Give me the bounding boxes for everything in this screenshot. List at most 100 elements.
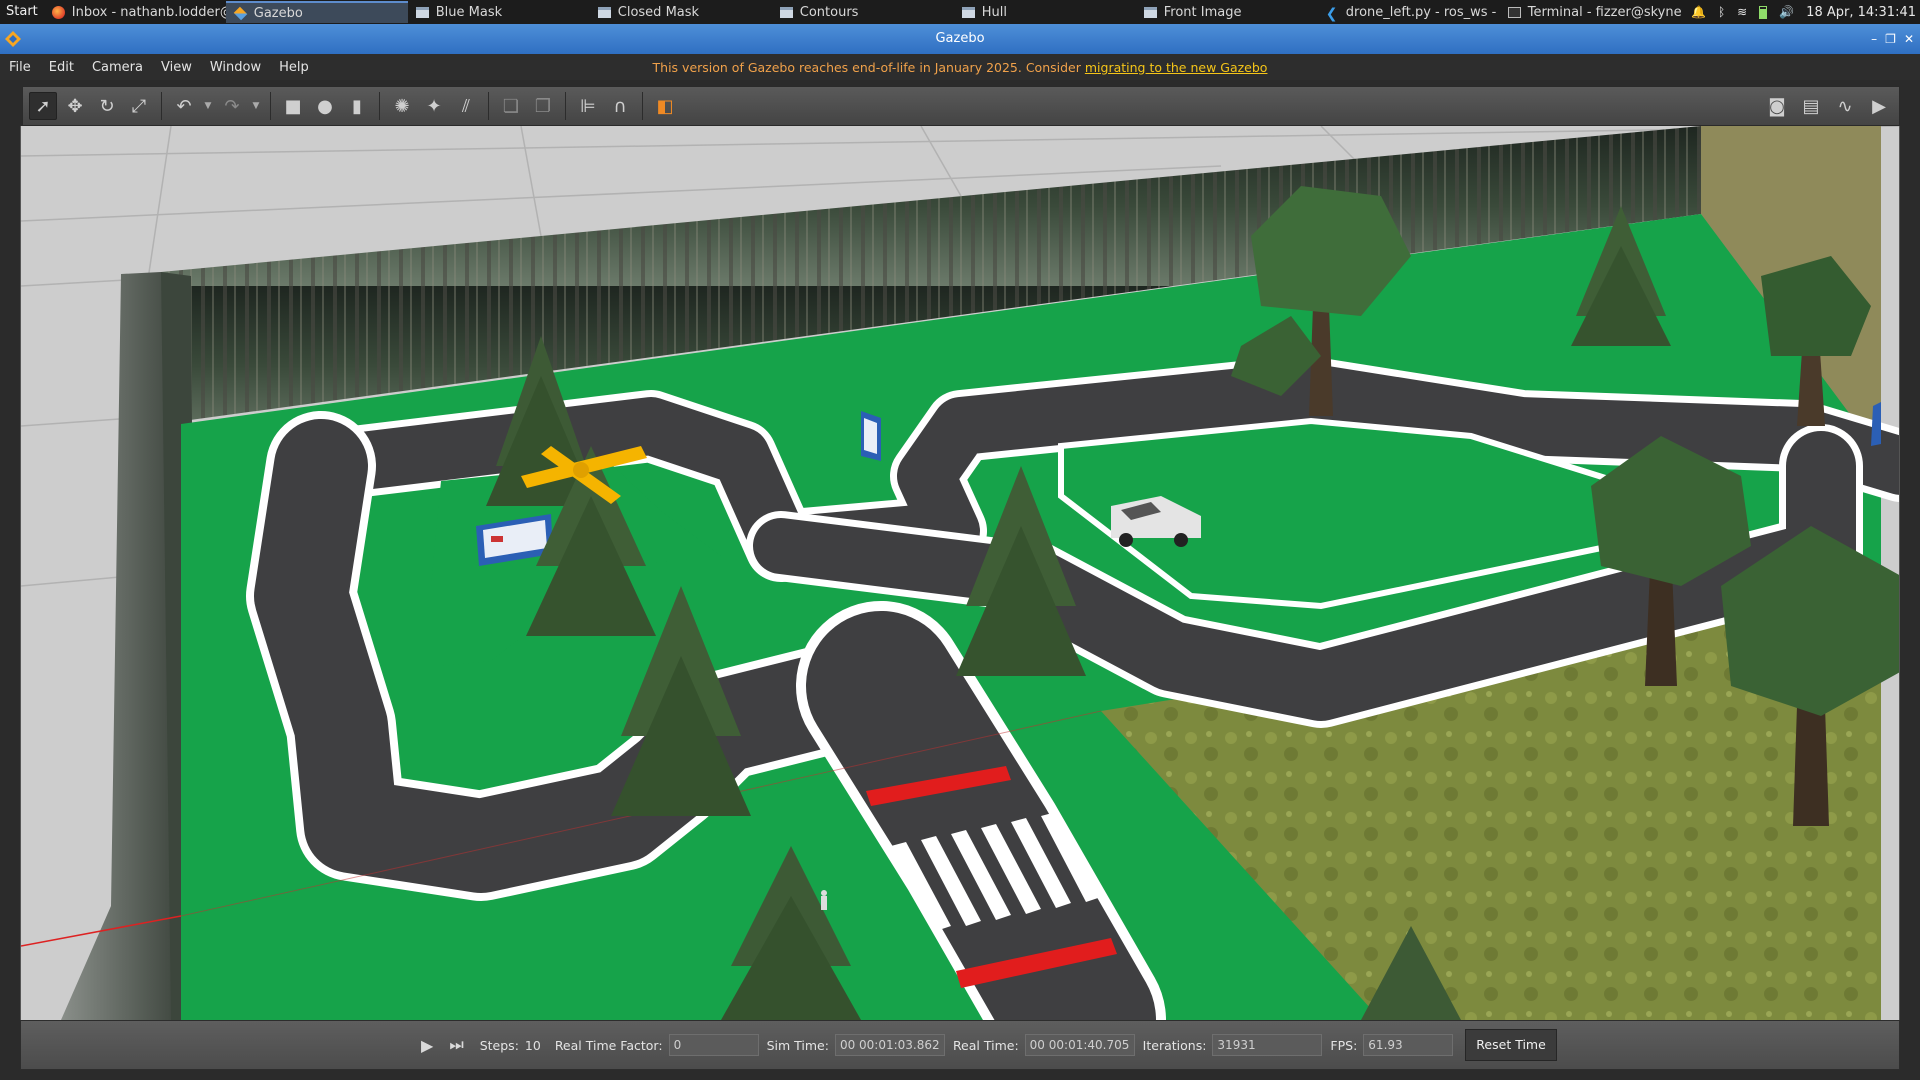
notification-bell-icon[interactable]: 🔔 <box>1691 5 1706 19</box>
task-closed-mask[interactable]: Closed Mask <box>590 1 772 23</box>
log-icon[interactable]: ▤ <box>1797 92 1825 120</box>
task-inbox[interactable]: Inbox - nathanb.lodder@... <box>44 1 226 23</box>
cylinder-icon[interactable]: ▮ <box>343 92 371 120</box>
steps-spinbox[interactable]: 10 <box>525 1038 541 1053</box>
task-label: Blue Mask <box>435 4 503 20</box>
os-taskbar: Start Inbox - nathanb.lodder@... Gazebo … <box>0 0 1920 24</box>
real-time-field: 00 00:01:40.705 <box>1024 1034 1135 1056</box>
align-icon[interactable]: ⊫ <box>574 92 602 120</box>
sim-time-label: Sim Time: <box>766 1037 829 1053</box>
menu-window[interactable]: Window <box>201 60 270 75</box>
menu-camera[interactable]: Camera <box>83 60 152 75</box>
window-icon <box>779 6 793 18</box>
undo-icon[interactable]: ↶ <box>170 92 198 120</box>
menu-edit[interactable]: Edit <box>40 60 83 75</box>
steps-label: Steps: <box>479 1037 519 1053</box>
minimize-icon[interactable]: – <box>1871 24 1877 54</box>
window-icon <box>597 6 611 18</box>
task-gazebo[interactable]: Gazebo <box>225 1 408 23</box>
snap-icon[interactable]: ∩ <box>606 92 634 120</box>
copy-icon[interactable]: ❏ <box>497 92 525 120</box>
task-label: Hull <box>981 4 1008 20</box>
view-angle-icon[interactable]: ◧ <box>651 92 679 120</box>
gazebo-logo-icon <box>5 31 21 47</box>
sim-time-field: 00 00:01:03.862 <box>834 1034 945 1056</box>
toolbar-divider <box>379 92 380 120</box>
reset-time-button[interactable]: Reset Time <box>1465 1029 1557 1061</box>
spot-light-icon[interactable]: ✦ <box>420 92 448 120</box>
redo-dropdown-icon[interactable]: ▼ <box>250 92 262 120</box>
box-icon[interactable]: ■ <box>279 92 307 120</box>
iterations-field: 31931 <box>1212 1034 1323 1056</box>
bluetooth-icon[interactable]: ᛒ <box>1718 5 1725 19</box>
clock[interactable]: 18 Apr, 14:31:41 <box>1806 5 1916 20</box>
toolbar-divider <box>642 92 643 120</box>
firefox-icon <box>51 5 65 19</box>
window-icon <box>961 6 975 18</box>
toolbar-divider <box>270 92 271 120</box>
select-icon[interactable]: ➚ <box>29 92 57 120</box>
toolbar-divider <box>488 92 489 120</box>
rotate-icon[interactable]: ↻ <box>93 92 121 120</box>
fps-field: 61.93 <box>1363 1034 1454 1056</box>
task-label: Closed Mask <box>617 4 700 20</box>
3d-viewport[interactable] <box>20 126 1900 1020</box>
toolbar-divider <box>161 92 162 120</box>
task-label: Front Image <box>1163 4 1242 20</box>
task-hull[interactable]: Hull <box>954 1 1136 23</box>
task-vscode[interactable]: ❮ drone_left.py - ros_ws - Vi... <box>1318 1 1500 23</box>
real-time-label: Real Time: <box>952 1037 1019 1053</box>
window-icon <box>415 6 429 18</box>
rtf-label: Real Time Factor: <box>554 1037 663 1053</box>
redo-icon[interactable]: ↷ <box>218 92 246 120</box>
task-label: Terminal - fizzer@skynet:... <box>1527 4 1682 20</box>
menu-help[interactable]: Help <box>270 60 318 75</box>
screenshot-icon[interactable]: ◙ <box>1763 92 1791 120</box>
directional-light-icon[interactable]: ⫽ <box>452 92 480 120</box>
menu-file[interactable]: File <box>0 60 40 75</box>
maximize-icon[interactable]: ❐ <box>1885 24 1896 54</box>
sign-center <box>861 411 881 461</box>
gazebo-icon <box>233 6 248 20</box>
toolbar-right-group: ◙ ▤ ∿ ▶ <box>1763 92 1893 120</box>
window-titlebar: Gazebo – ❐ ✕ <box>0 24 1920 54</box>
plot-icon[interactable]: ∿ <box>1831 92 1859 120</box>
world-scene <box>21 126 1899 1020</box>
task-label: Gazebo <box>253 5 303 21</box>
battery-icon[interactable] <box>1759 5 1768 19</box>
sphere-icon[interactable]: ● <box>311 92 339 120</box>
terminal-icon <box>1507 6 1521 18</box>
task-label: Contours <box>799 4 859 20</box>
system-tray: 🔔 ᛒ ≋ 🔊 18 Apr, 14:31:41 <box>1691 0 1916 24</box>
undo-dropdown-icon[interactable]: ▼ <box>202 92 214 120</box>
record-icon[interactable]: ▶ <box>1865 92 1893 120</box>
menu-view[interactable]: View <box>152 60 201 75</box>
scale-icon[interactable]: ⤢ <box>125 92 153 120</box>
task-contours[interactable]: Contours <box>772 1 954 23</box>
window-title: Gazebo <box>935 31 985 46</box>
play-icon[interactable]: ▶ <box>421 1036 433 1055</box>
wifi-icon[interactable]: ≋ <box>1737 5 1747 19</box>
volume-icon[interactable]: 🔊 <box>1779 5 1794 19</box>
rtf-field: 0 <box>668 1034 759 1056</box>
toolbar: ➚ ✥ ↻ ⤢ ↶ ▼ ↷ ▼ ■ ● ▮ ✺ ✦ ⫽ ❏ ❐ ⊫ ∩ ◧ ◙ … <box>22 86 1900 126</box>
translate-icon[interactable]: ✥ <box>61 92 89 120</box>
task-terminal[interactable]: Terminal - fizzer@skynet:... <box>1500 1 1682 23</box>
migrate-link[interactable]: migrating to the new Gazebo <box>1085 60 1268 75</box>
start-button[interactable]: Start <box>0 0 44 24</box>
window-controls: – ❐ ✕ <box>1871 24 1914 54</box>
task-front-image[interactable]: Front Image <box>1136 1 1318 23</box>
task-label: drone_left.py - ros_ws - Vi... <box>1345 4 1500 20</box>
pedestrian-model <box>821 890 827 910</box>
iterations-label: Iterations: <box>1142 1037 1207 1053</box>
menu-bar: File Edit Camera View Window Help This v… <box>0 54 1920 80</box>
window-icon <box>1143 6 1157 18</box>
point-light-icon[interactable]: ✺ <box>388 92 416 120</box>
paste-icon[interactable]: ❐ <box>529 92 557 120</box>
task-label: Inbox - nathanb.lodder@... <box>71 4 226 20</box>
step-icon[interactable]: ⏭ <box>449 1035 463 1055</box>
vscode-icon: ❮ <box>1325 5 1338 22</box>
close-icon[interactable]: ✕ <box>1904 24 1914 54</box>
eol-banner-text: This version of Gazebo reaches end-of-li… <box>652 59 1085 75</box>
task-blue-mask[interactable]: Blue Mask <box>408 1 590 23</box>
